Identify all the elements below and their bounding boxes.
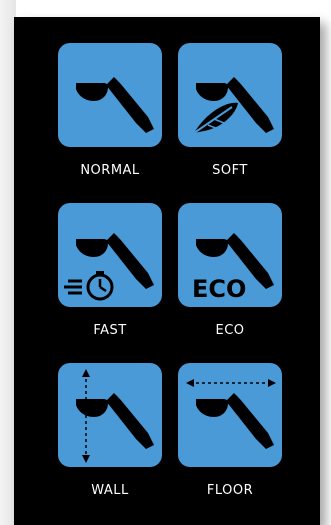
mode-button-normal[interactable] xyxy=(58,43,162,147)
mode-label-eco: ECO xyxy=(215,323,245,338)
mode-label-wall: WALL xyxy=(91,483,129,498)
vertical-arrow-icon xyxy=(76,369,154,463)
mode-button-floor[interactable] xyxy=(178,363,282,467)
stopwatch-icon xyxy=(64,233,154,301)
mode-button-fast[interactable] xyxy=(58,203,162,307)
sweep-head-icon xyxy=(76,77,154,133)
feather-icon xyxy=(193,77,274,134)
eco-badge-text: ECO xyxy=(192,275,246,303)
mode-button-soft[interactable] xyxy=(178,43,282,147)
mode-button-eco[interactable]: ECO xyxy=(178,203,282,307)
mode-label-soft: SOFT xyxy=(212,163,248,178)
app-frame: NORMAL SOFT FAST ECO ECO WALL FLOOR xyxy=(0,0,331,525)
mode-button-wall[interactable] xyxy=(58,363,162,467)
eco-text-icon: ECO xyxy=(192,233,274,303)
mode-label-normal: NORMAL xyxy=(80,163,140,178)
mode-label-fast: FAST xyxy=(93,323,127,338)
mode-label-floor: FLOOR xyxy=(206,483,254,498)
horizontal-arrow-icon xyxy=(186,379,276,449)
mode-panel: NORMAL SOFT FAST ECO ECO WALL FLOOR xyxy=(14,17,320,525)
